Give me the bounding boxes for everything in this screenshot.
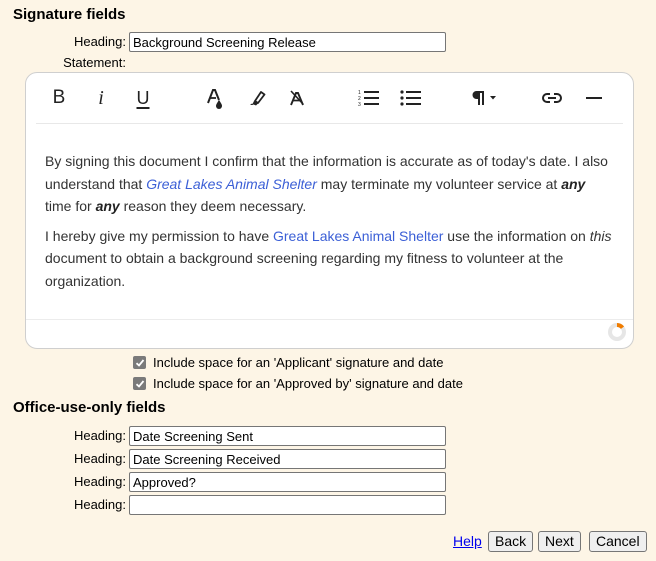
highlight-icon: [250, 91, 266, 106]
text: reason they deem necessary.: [119, 198, 307, 214]
text-color-icon: [207, 89, 222, 109]
statement-paragraph-1: By signing this document I confirm that …: [45, 150, 615, 218]
numbered-list-icon: 1 2 3: [358, 90, 379, 107]
text: use the information on: [443, 227, 590, 244]
org-name-link: Great Lakes Animal Shelter: [146, 175, 317, 192]
italic-button[interactable]: i: [87, 85, 115, 111]
signature-fields-title: Signature fields: [13, 6, 126, 23]
check-icon: [135, 358, 144, 367]
horizontal-rule-button[interactable]: [581, 85, 609, 111]
character-count-progress-icon: [608, 323, 626, 341]
applicant-signature-checkbox[interactable]: [133, 356, 146, 369]
office-heading-label-2: Heading:: [73, 451, 126, 466]
office-heading-input-1[interactable]: [129, 426, 446, 446]
numbered-list-button[interactable]: 1 2 3: [355, 85, 383, 111]
bulleted-list-icon: [400, 90, 421, 106]
emphasis-this: this: [589, 227, 612, 244]
horizontal-rule-icon: [586, 97, 602, 99]
text: document to obtain a background screenin…: [45, 250, 564, 289]
underline-icon: U: [136, 87, 150, 108]
help-link[interactable]: Help: [453, 533, 482, 549]
italic-icon: i: [98, 86, 104, 109]
editor-footer-divider: [26, 319, 633, 320]
next-button[interactable]: Next: [538, 531, 581, 552]
office-heading-input-4[interactable]: [129, 495, 446, 515]
editor-toolbar: B i U 1 2 3: [26, 73, 633, 123]
office-heading-input-2[interactable]: [129, 449, 446, 469]
office-heading-label-3: Heading:: [73, 474, 126, 489]
paragraph-format-dropdown[interactable]: [469, 85, 503, 111]
approved-by-signature-checkbox[interactable]: [133, 377, 146, 390]
highlight-button[interactable]: [243, 85, 271, 111]
signature-heading-input[interactable]: [129, 32, 446, 52]
clear-format-button[interactable]: [283, 85, 311, 111]
office-heading-input-3[interactable]: [129, 472, 446, 492]
approved-by-signature-label: Include space for an 'Approved by' signa…: [153, 376, 463, 391]
emphasis-any: any: [95, 198, 120, 214]
text-color-button[interactable]: [201, 85, 229, 111]
signature-heading-label: Heading:: [73, 34, 126, 49]
back-button[interactable]: Back: [488, 531, 534, 552]
statement-label: Statement:: [63, 55, 126, 70]
approved-by-signature-checkbox-row[interactable]: Include space for an 'Approved by' signa…: [133, 376, 463, 391]
page: Signature fields Heading: Statement: B i…: [0, 0, 656, 561]
editor-content[interactable]: By signing this document I confirm that …: [45, 150, 615, 299]
paragraph-format-icon: [472, 91, 496, 105]
text: I hereby give my permission to have: [45, 227, 273, 244]
svg-text:3: 3: [358, 102, 361, 107]
text: time for: [45, 198, 96, 214]
bold-icon: B: [52, 87, 66, 108]
office-heading-label-1: Heading:: [73, 428, 126, 443]
applicant-signature-label: Include space for an 'Applicant' signatu…: [153, 355, 444, 370]
office-heading-label-4: Heading:: [73, 497, 126, 512]
statement-editor[interactable]: B i U 1 2 3 By signing this document I c…: [25, 72, 634, 349]
office-use-fields-title: Office-use-only fields: [13, 399, 166, 416]
org-name-link: Great Lakes Animal Shelter: [273, 227, 444, 244]
toolbar-divider: [36, 123, 623, 124]
statement-paragraph-2: I hereby give my permission to have Grea…: [45, 225, 615, 293]
text: may terminate my volunteer service at: [316, 175, 562, 192]
applicant-signature-checkbox-row[interactable]: Include space for an 'Applicant' signatu…: [133, 355, 443, 370]
underline-button[interactable]: U: [129, 85, 157, 111]
bold-button[interactable]: B: [45, 85, 73, 111]
check-icon: [135, 379, 144, 388]
link-icon: [542, 93, 562, 103]
emphasis-any: any: [561, 175, 586, 192]
clear-format-icon: [290, 90, 304, 106]
link-button[interactable]: [538, 85, 566, 111]
cancel-button[interactable]: Cancel: [589, 531, 647, 552]
bulleted-list-button[interactable]: [397, 85, 425, 111]
